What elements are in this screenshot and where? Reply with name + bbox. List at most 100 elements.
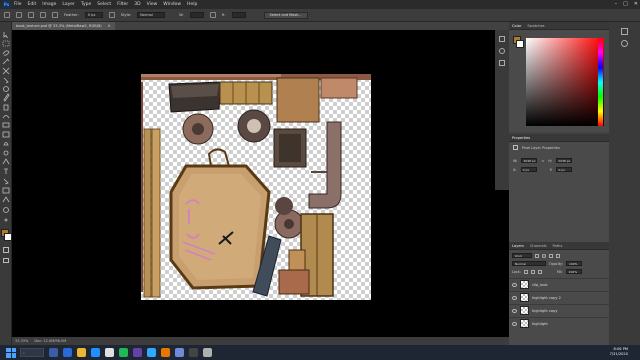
history-panel-icon[interactable] [499, 36, 505, 42]
color-panel-background-swatch[interactable] [516, 40, 524, 48]
layer-row[interactable]: highlight [509, 317, 609, 329]
opacity-input[interactable]: 100% [565, 261, 582, 266]
menu-file[interactable]: File [14, 2, 22, 7]
menu-edit[interactable]: Edit [28, 2, 37, 7]
filter-shape-icon[interactable] [556, 253, 560, 258]
select-and-mask-button[interactable]: Select and Mask... [263, 11, 308, 19]
quick-select-tool-icon [2, 58, 10, 65]
tab-paths[interactable]: Paths [553, 244, 563, 248]
tool-icons[interactable] [0, 30, 12, 280]
link-icon[interactable]: ∞ [541, 159, 544, 163]
lock-all-icon[interactable] [537, 269, 542, 274]
tab-properties[interactable]: Properties [512, 136, 530, 140]
tab-channels[interactable]: Channels [530, 244, 547, 248]
menu-layer[interactable]: Layer [62, 2, 75, 7]
adjustments-panel-icon[interactable] [499, 48, 505, 54]
add-selection-icon[interactable] [28, 12, 34, 18]
hue-slider[interactable] [598, 38, 603, 126]
menu-view[interactable]: View [147, 2, 158, 7]
menu-image[interactable]: Image [42, 2, 56, 7]
layer-row[interactable]: clip_look [509, 278, 609, 290]
lock-pixels-icon[interactable] [523, 269, 528, 274]
visibility-eye-icon[interactable] [512, 282, 517, 287]
filter-pixel-icon[interactable] [535, 253, 539, 258]
color-picker-field[interactable] [526, 38, 604, 126]
menu-3d[interactable]: 3D [134, 2, 140, 7]
visibility-eye-icon[interactable] [512, 321, 517, 326]
height-input[interactable] [231, 12, 246, 18]
pen-tool-icon [2, 158, 10, 165]
maximize-icon[interactable]: □ [623, 1, 628, 7]
taskbar-search[interactable]: ⌕ [20, 348, 44, 357]
feather-input[interactable]: 0 px [84, 12, 103, 18]
layer-row[interactable]: highlight copy [509, 304, 609, 316]
file-explorer-icon[interactable] [77, 348, 86, 357]
blender-icon[interactable] [161, 348, 170, 357]
close-tab-icon[interactable]: ✕ [108, 24, 111, 28]
blend-mode-select[interactable]: Normal [512, 261, 546, 266]
screen-mode-icon[interactable] [3, 258, 9, 263]
fill-input[interactable]: 100% [565, 269, 582, 274]
filter-type-icon[interactable] [549, 253, 553, 258]
new-selection-icon[interactable] [16, 12, 22, 18]
marquee-tool-icon[interactable] [4, 12, 10, 18]
menu-window[interactable]: Window [163, 2, 181, 7]
lock-position-icon[interactable] [530, 269, 535, 274]
swap-icon[interactable] [209, 12, 216, 18]
feather-label: Feather: [64, 13, 79, 17]
options-bar: Feather: 0 px Style: Normal W: H: Select… [0, 9, 640, 22]
anti-alias-checkbox[interactable] [108, 12, 115, 18]
y-field[interactable]: 0 px [556, 167, 573, 172]
menu-filter[interactable]: Filter [117, 2, 128, 7]
discord-icon[interactable] [175, 348, 184, 357]
crop-tool-icon [2, 67, 10, 75]
move-tool-icon [3, 32, 8, 39]
filter-adjust-icon[interactable] [542, 253, 546, 258]
opacity-label: Opacity: [549, 261, 563, 266]
fill-label: Fill: [556, 269, 563, 274]
menu-select[interactable]: Select [97, 2, 111, 7]
layer-row[interactable]: highlight copy 2 [509, 291, 609, 303]
learn-icon[interactable] [621, 40, 628, 47]
close-icon[interactable]: ✕ [634, 1, 638, 7]
windows-start-icon[interactable] [6, 347, 16, 358]
subtract-selection-icon[interactable] [40, 12, 46, 18]
brush-panel-icon[interactable] [499, 60, 505, 66]
properties-header: Pixel Layer Properties [513, 145, 560, 150]
steam-icon[interactable] [189, 348, 198, 357]
app-icon[interactable] [203, 348, 212, 357]
visibility-eye-icon[interactable] [512, 295, 517, 300]
width-field[interactable]: 2048 px [521, 158, 538, 163]
properties-panel: Properties Pixel Layer Properties W: 204… [509, 134, 609, 242]
system-clock[interactable]: 8:06 PM 7/31/2020 [610, 347, 628, 357]
intersect-selection-icon[interactable] [52, 12, 58, 18]
width-input[interactable] [189, 12, 204, 18]
filter-kind-select[interactable]: Kind [512, 253, 532, 258]
background-color-swatch[interactable] [4, 233, 12, 241]
menu-help[interactable]: Help [187, 2, 197, 7]
tab-layers[interactable]: Layers [512, 244, 524, 248]
task-view-icon[interactable] [49, 348, 58, 357]
spotify-icon[interactable] [119, 348, 128, 357]
zoom-level[interactable]: 33.33% [15, 339, 28, 343]
chrome-icon[interactable] [105, 348, 114, 357]
tab-swatches[interactable]: Swatches [527, 24, 544, 28]
style-select[interactable]: Normal [137, 12, 166, 18]
edge-icon[interactable] [63, 348, 72, 357]
lasso-tool-icon [2, 50, 10, 56]
visibility-eye-icon[interactable] [512, 308, 517, 313]
lock-label: Lock: [512, 269, 521, 274]
document-tab[interactable]: book_texture.psd @ 33.3% (MetalRaw2, RGB… [12, 22, 115, 30]
twitch-icon[interactable] [133, 348, 142, 357]
height-field[interactable]: 2048 px [556, 158, 573, 163]
menu-type[interactable]: Type [81, 2, 91, 7]
photoshop-taskbar-icon[interactable] [147, 348, 156, 357]
layer-name: highlight copy [532, 308, 558, 313]
texture-image[interactable] [141, 74, 371, 300]
store-icon[interactable] [91, 348, 100, 357]
quick-mask-icon[interactable] [3, 247, 9, 253]
x-field[interactable]: 0 px [520, 167, 537, 172]
tab-color[interactable]: Color [512, 24, 521, 28]
minimize-icon[interactable]: – [615, 1, 618, 7]
libraries-icon[interactable] [621, 28, 628, 35]
